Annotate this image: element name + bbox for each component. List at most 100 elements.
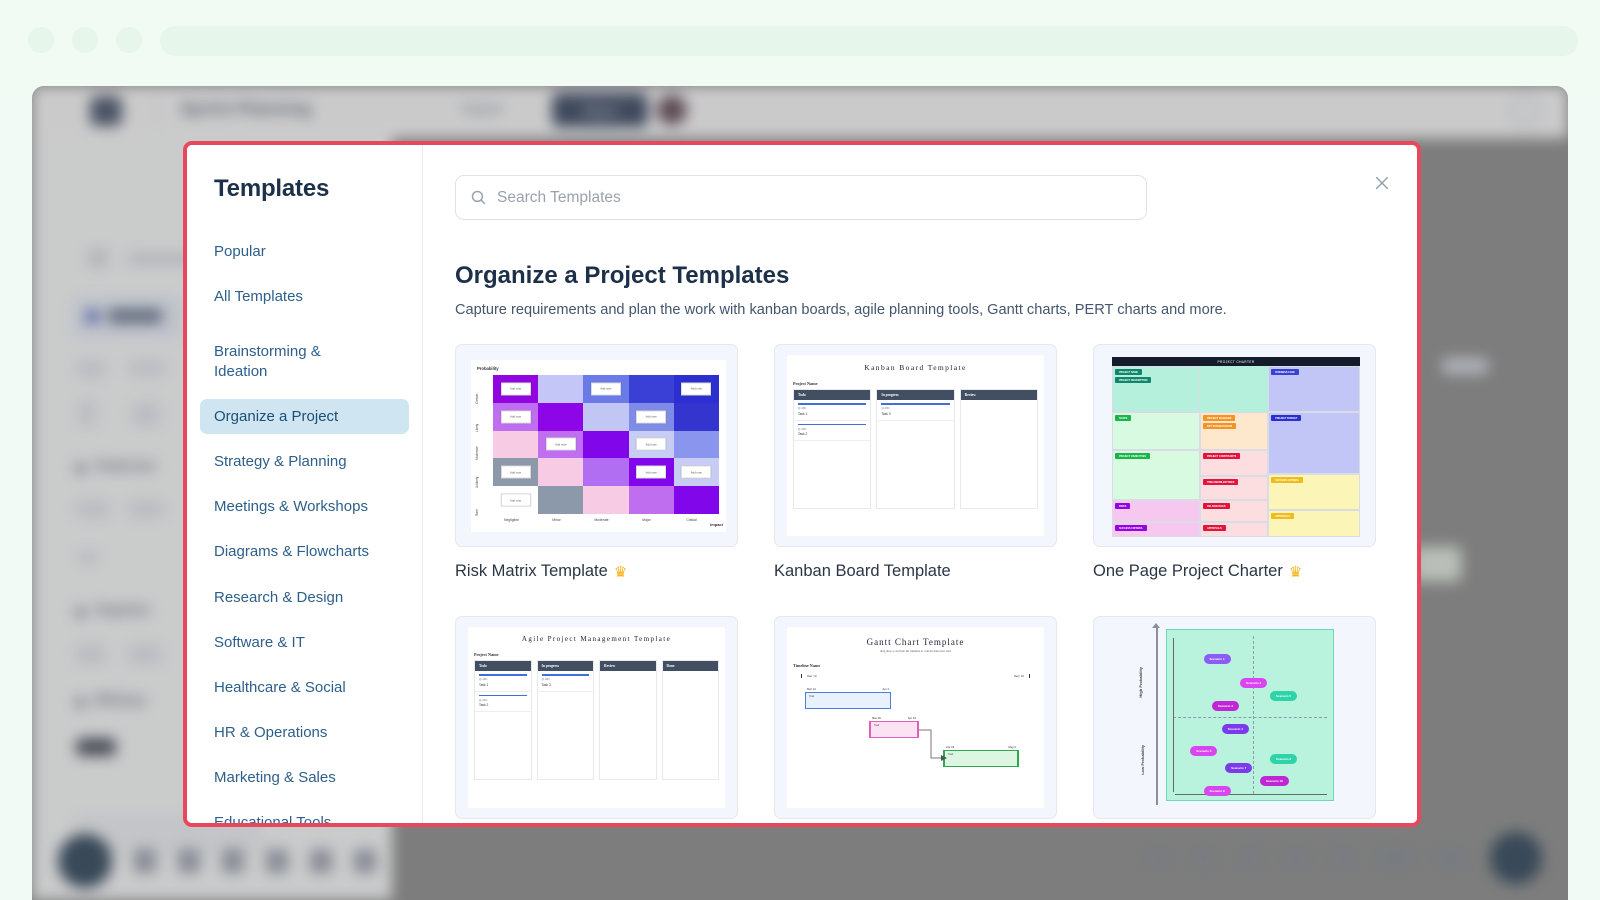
backdrop-document-title: Sprint Planning xyxy=(180,99,312,118)
pc-section xyxy=(1200,366,1269,412)
agile-title: Agile Project Management Template xyxy=(521,635,672,643)
scenario-pill: Scenario 2 xyxy=(1240,677,1268,688)
pc-tag: DELIVERABLES xyxy=(1203,503,1230,510)
pc-section: APPROVALS xyxy=(1200,522,1269,537)
gantt-title: Gantt Chart Template xyxy=(866,637,965,647)
kanban-columns: Todo @ ABC Task 1 @ ABC Task 2 In progress @ A… xyxy=(787,389,1044,509)
kanban-column: Done xyxy=(661,660,719,780)
kanban-preview: Kanban Board Template Project Name Todo @… xyxy=(787,355,1044,536)
window-close-dot[interactable] xyxy=(28,27,54,53)
risk-matrix-row-label: Unlikely xyxy=(475,476,479,488)
backdrop-pages-label xyxy=(108,309,162,323)
sidebar-item-strategy-planning[interactable]: Strategy & Planning xyxy=(200,444,409,479)
backdrop-zoom-level xyxy=(1378,850,1412,866)
template-card-label-row: Kanban Board Template xyxy=(774,562,1057,581)
agile-columns: Todo @ ABC Task 1 @ ABC Task 2 In progress @ A… xyxy=(468,660,725,780)
risk-matrix-cell: Add note xyxy=(583,375,629,403)
search-input[interactable]: Search Templates xyxy=(455,175,1147,220)
sidebar-item-healthcare-social[interactable]: Healthcare & Social xyxy=(200,670,409,705)
backdrop-search-icon xyxy=(89,249,107,267)
risk-matrix-cell xyxy=(628,486,674,514)
kanban-card-meta: @ ABC xyxy=(479,698,488,702)
backdrop-undo-icon xyxy=(1148,850,1168,866)
risk-matrix-row-label: Likely xyxy=(475,423,479,432)
search-row: Search Templates xyxy=(455,175,1381,220)
sidebar-item-meetings-workshops[interactable]: Meetings & Workshops xyxy=(200,489,409,524)
kanban-column-header: Review xyxy=(960,390,1037,400)
backdrop-toolbar-right xyxy=(1148,832,1542,884)
sidebar-item-marketing-sales[interactable]: Marketing & Sales xyxy=(200,760,409,795)
backdrop-chip xyxy=(132,402,160,426)
risk-matrix-grid: Add note Add note Add note Add note Add note… xyxy=(493,375,719,514)
project-charter-header: PROJECT CHARTER xyxy=(1112,357,1360,366)
risk-matrix-note: Add note xyxy=(500,382,531,396)
kanban-card: @ ABC Task 3 xyxy=(537,671,593,692)
close-button[interactable] xyxy=(1369,170,1395,196)
pc-tag: PROJECT MANAGER xyxy=(1203,415,1236,422)
kanban-card: @ ABC Task 3 xyxy=(877,400,954,421)
sidebar-item-diagrams-flowcharts[interactable]: Diagrams & Flowcharts xyxy=(200,534,409,569)
backdrop-section-dot xyxy=(76,698,85,707)
template-card-gantt-chart[interactable]: Gantt Chart Template drag drop a card in… xyxy=(774,616,1057,823)
risk-matrix-note: Add note xyxy=(636,465,667,479)
kanban-title: Kanban Board Template xyxy=(864,363,967,372)
backdrop-upload-tool-icon xyxy=(354,849,376,873)
backdrop-sticky-tool-icon xyxy=(178,849,200,873)
kanban-card: @ ABC Task 1 xyxy=(794,400,871,421)
window-controls xyxy=(28,27,142,53)
pc-tag: RISKS xyxy=(1115,503,1131,510)
address-bar[interactable] xyxy=(160,26,1578,56)
window-maximize-dot[interactable] xyxy=(116,27,142,53)
kanban-card-title: Task 1 xyxy=(479,682,489,687)
backdrop-chip xyxy=(76,550,100,564)
window-minimize-dot[interactable] xyxy=(72,27,98,53)
risk-matrix-cell: Add note xyxy=(673,375,719,403)
backdrop-chip xyxy=(76,500,110,518)
kanban-card-meta: @ ABC xyxy=(479,678,488,682)
kanban-card-title: Task 3 xyxy=(541,682,551,687)
backdrop-shape-tool-icon xyxy=(134,849,156,873)
sidebar-item-all-templates[interactable]: All Templates xyxy=(200,279,409,314)
backdrop-chip xyxy=(128,500,164,518)
backdrop-share-button: Share xyxy=(552,93,648,127)
backdrop-topbar: Sprint Planning Export Share xyxy=(32,86,1568,138)
project-charter-body: PROJECT NAME PROJECT DESCRIPTION SCOPE P… xyxy=(1112,366,1360,537)
backdrop-help-button xyxy=(1490,832,1542,884)
backdrop-primary-tool-button xyxy=(58,834,112,888)
scenario-pill: Scenario 8 xyxy=(1269,754,1298,765)
kanban-column-header: Todo xyxy=(475,661,531,671)
sidebar-item-brainstorming[interactable]: Brainstorming & Ideation xyxy=(200,334,409,388)
kanban-column: Todo @ ABC Task 1 @ ABC Task 2 xyxy=(793,389,872,509)
risk-matrix-cell xyxy=(673,430,719,459)
template-card-risk-matrix[interactable]: Probability Certain Likely Moderate Unli… xyxy=(455,344,738,581)
risk-matrix-note: Add note xyxy=(681,465,712,479)
backdrop-pages-icon xyxy=(86,310,99,323)
template-card-agile-project[interactable]: Agile Project Management Template Projec… xyxy=(455,616,738,823)
template-card-probability-matrix[interactable]: High Probability Low Probability Scenari… xyxy=(1093,616,1376,823)
template-card-kanban-board[interactable]: Kanban Board Template Project Name Todo @… xyxy=(774,344,1057,581)
sidebar-item-hr-operations[interactable]: HR & Operations xyxy=(200,715,409,750)
sidebar-item-research-design[interactable]: Research & Design xyxy=(200,580,409,615)
sidebar-item-popular[interactable]: Popular xyxy=(200,234,409,269)
search-placeholder: Search Templates xyxy=(497,188,621,206)
backdrop-section-label: Whiteup xyxy=(94,692,146,707)
project-charter-preview: PROJECT CHARTER PROJECT NAME PROJECT DES… xyxy=(1112,357,1360,537)
probability-plot-area: Scenario 1 Scenario 2 Scenario 3 Scenario 4… xyxy=(1166,629,1334,801)
scenario-pill: Scenario 1 xyxy=(1203,653,1231,664)
risk-matrix-col-label: Critical xyxy=(686,518,697,522)
kanban-column: In progress @ ABC Task 3 xyxy=(876,389,955,509)
backdrop-frame-tool-icon xyxy=(222,849,244,873)
pc-tag: SUCCESS CRITERIA xyxy=(1115,525,1147,532)
backdrop-text-tool-icon xyxy=(266,849,288,873)
sidebar-item-organize-a-project[interactable]: Organize a Project xyxy=(200,398,409,434)
risk-matrix-note: Add note xyxy=(590,382,621,396)
sidebar-item-software-it[interactable]: Software & IT xyxy=(200,625,409,660)
risk-matrix-row-label: Moderate xyxy=(475,446,479,460)
template-card-project-charter[interactable]: PROJECT CHARTER PROJECT NAME PROJECT DES… xyxy=(1093,344,1376,581)
modal-title: Templates xyxy=(214,175,330,202)
sidebar-item-educational-tools[interactable]: Educational Tools xyxy=(200,805,409,823)
backdrop-chip xyxy=(76,360,106,378)
scenario-pill: Scenario 10 xyxy=(1259,776,1289,787)
kanban-card-meta: @ ABC xyxy=(541,678,551,682)
backdrop-section-dot xyxy=(76,608,85,617)
